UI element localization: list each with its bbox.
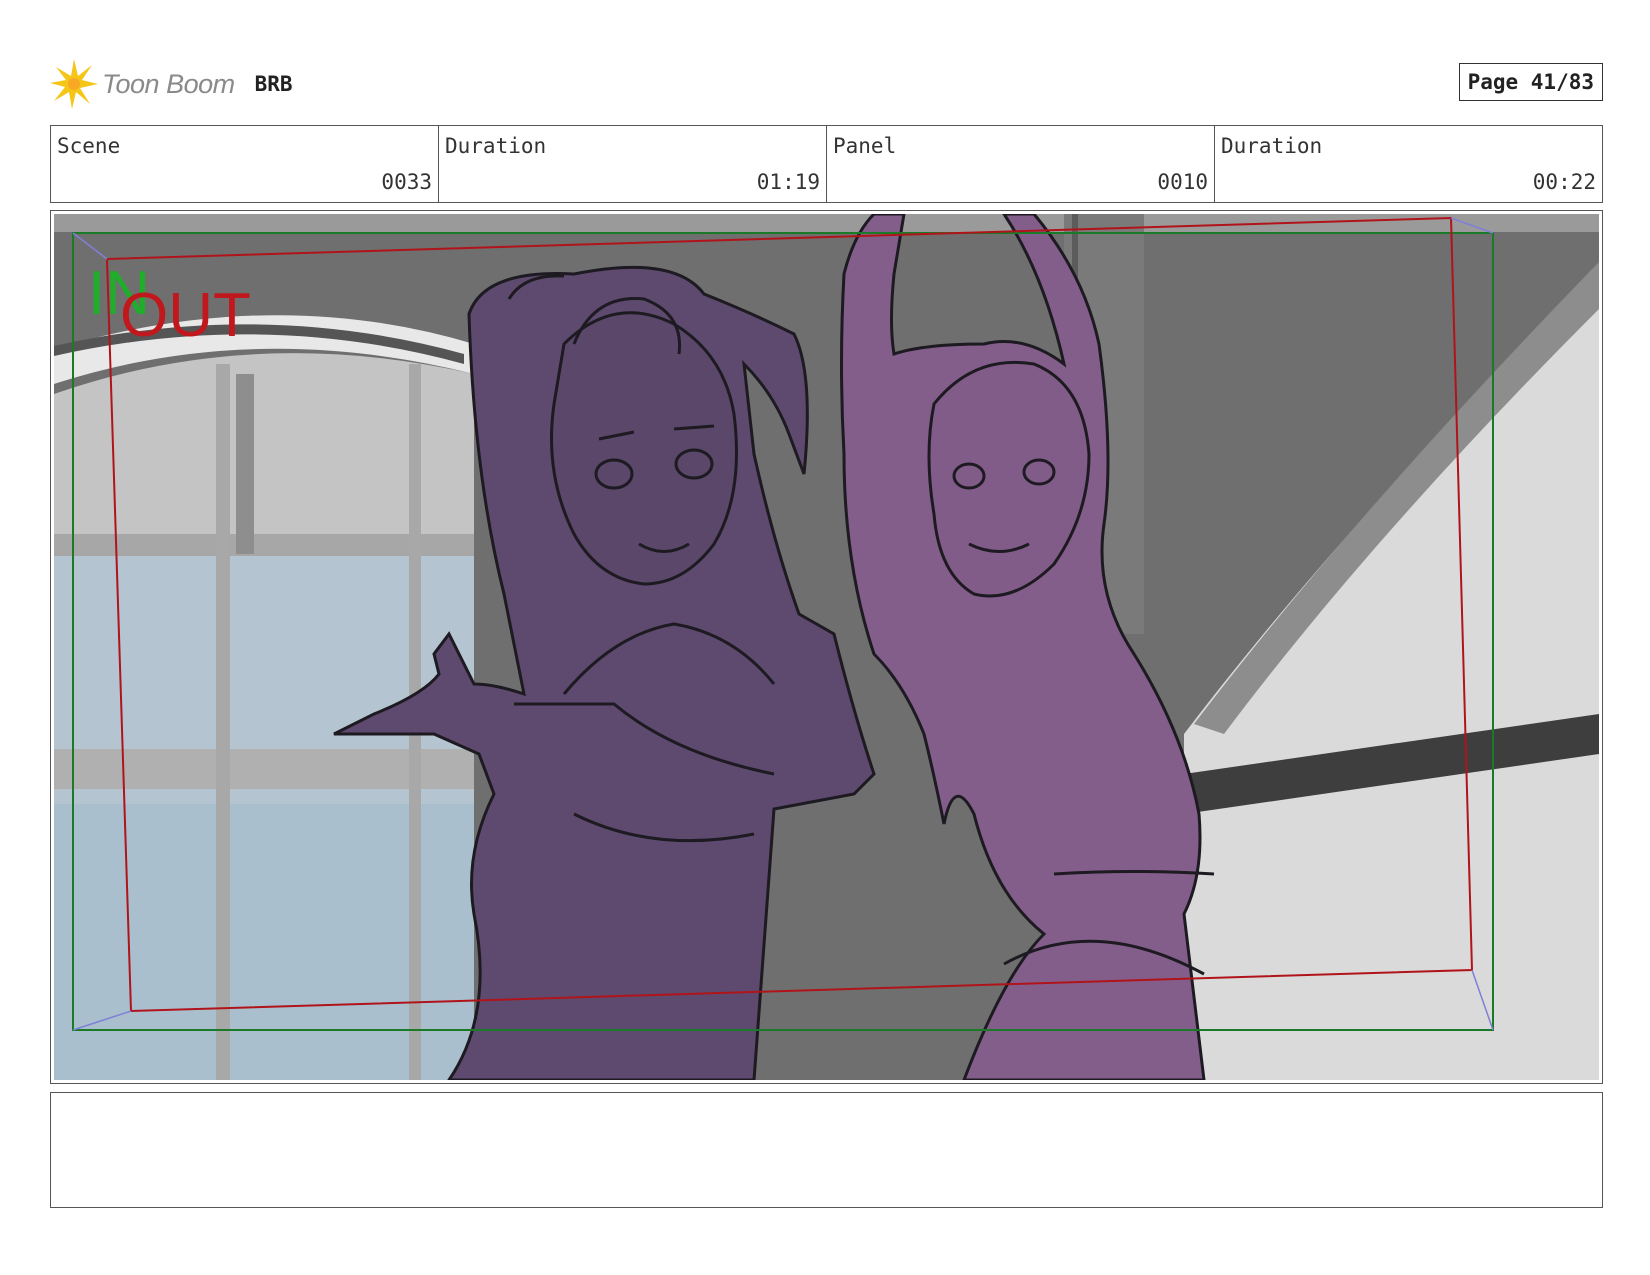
scene-duration-value: 01:19 (756, 170, 820, 194)
notes-box (50, 1092, 1603, 1208)
project-name: BRB (254, 72, 293, 96)
panel-duration-label: Duration (1221, 134, 1323, 158)
brand-name: Toon Boom (102, 68, 235, 99)
panel-duration-value: 00:22 (1532, 170, 1596, 194)
scene-cell: Scene 0033 (51, 126, 438, 202)
panel-value: 0010 (1157, 170, 1208, 194)
scene-label: Scene (57, 134, 121, 158)
logo: Toon Boom BRB (50, 59, 293, 109)
scene-duration-cell: Duration 01:19 (438, 126, 826, 202)
scene-value: 0033 (381, 170, 432, 194)
out-label: OUT (120, 281, 251, 350)
storyboard-panel: IN OUT (50, 210, 1603, 1084)
panel-duration-cell: Duration 00:22 (1214, 126, 1602, 202)
info-bar: Scene 0033 Duration 01:19 Panel 0010 Dur… (50, 125, 1603, 203)
panel-cell: Panel 0010 (826, 126, 1214, 202)
page-indicator: Page 41/83 (1458, 63, 1603, 101)
panel-drawing: IN OUT (54, 214, 1599, 1080)
scene-duration-label: Duration (445, 134, 547, 158)
page-header: Toon Boom BRB Page 41/83 (50, 55, 1603, 111)
panel-label: Panel (833, 134, 897, 158)
toon-boom-burst-icon (50, 59, 98, 109)
